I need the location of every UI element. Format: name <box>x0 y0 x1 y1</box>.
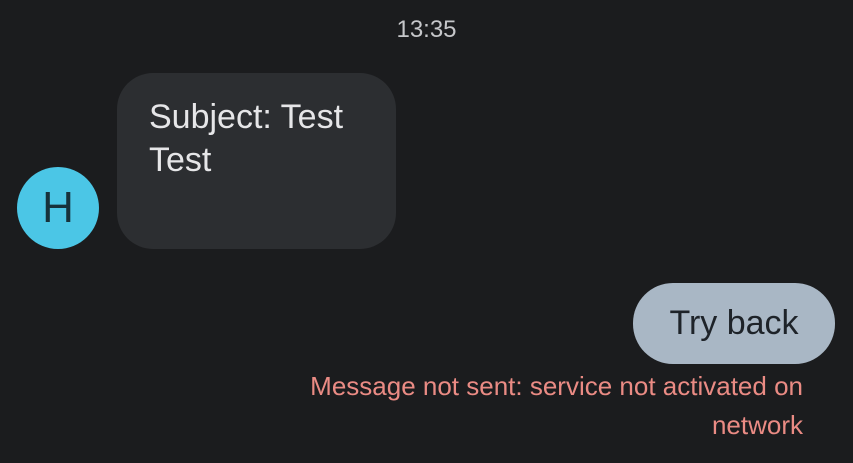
send-error-message[interactable]: Message not sent: service not activated … <box>243 367 803 445</box>
message-timestamp: 13:35 <box>396 16 457 43</box>
sender-avatar[interactable]: H <box>17 167 99 249</box>
incoming-message-body: Test <box>149 141 212 179</box>
incoming-message-subject: Subject: Test <box>149 98 344 136</box>
incoming-message-bubble[interactable]: Subject: Test Test <box>117 73 396 249</box>
outgoing-message-bubble[interactable]: Try back <box>633 283 835 364</box>
